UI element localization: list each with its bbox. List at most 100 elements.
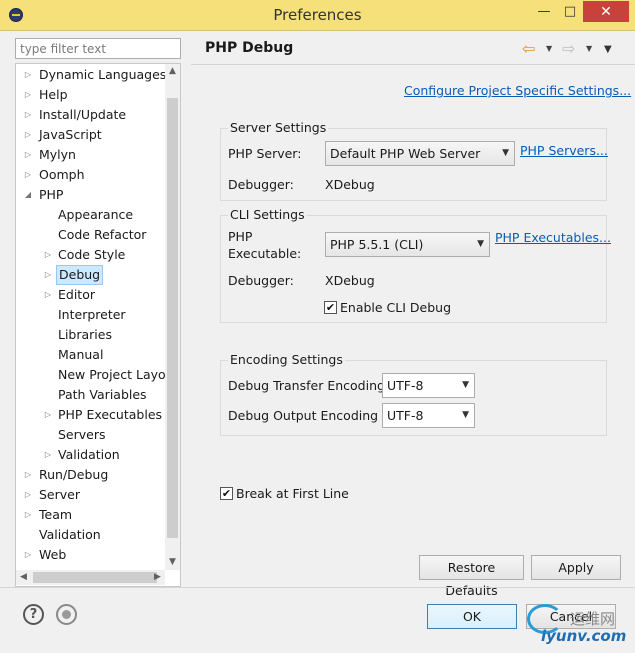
tree-item[interactable]: ▷ Team: [16, 505, 166, 525]
tree-item-label[interactable]: Path Variables: [56, 385, 149, 405]
collapse-arrow-icon[interactable]: ◢: [23, 185, 33, 205]
expand-arrow-icon[interactable]: ▷: [23, 145, 33, 165]
tree-item[interactable]: ▷ Web: [16, 545, 166, 565]
scroll-right-arrow-icon[interactable]: ▶: [150, 570, 165, 585]
tree-item-label[interactable]: Code Refactor: [56, 225, 148, 245]
expand-arrow-icon[interactable]: ▷: [23, 485, 33, 505]
php-executable-select[interactable]: PHP 5.5.1 (CLI) ▼: [325, 232, 490, 257]
tree-item[interactable]: ▷ Oomph: [16, 165, 166, 185]
tree-item-label[interactable]: Appearance: [56, 205, 135, 225]
restore-defaults-button[interactable]: Restore Defaults: [419, 555, 524, 598]
tree-item[interactable]: Path Variables: [16, 385, 166, 405]
scroll-up-arrow-icon[interactable]: ▲: [165, 64, 180, 79]
tree-item-label[interactable]: Dynamic Languages: [37, 65, 168, 85]
ok-button[interactable]: OK: [427, 604, 517, 629]
tree-item-label[interactable]: Code Style: [56, 245, 127, 265]
tree-horizontal-scrollbar[interactable]: ◀ ▶: [16, 570, 165, 585]
import-export-icon[interactable]: [56, 604, 77, 625]
tree-item[interactable]: ▷ Dynamic Languages: [16, 65, 166, 85]
back-history-dropdown-icon[interactable]: ▼: [546, 44, 552, 53]
tree-item[interactable]: ▷ PHP Executables: [16, 405, 166, 425]
tree-item-label[interactable]: Validation: [37, 525, 103, 545]
preferences-tree[interactable]: ▷ Dynamic Languages ▷ Help ▷ Install/Update ▷ J…: [15, 63, 181, 587]
help-icon[interactable]: ?: [23, 604, 44, 625]
php-executables-link[interactable]: PHP Executables...: [495, 230, 611, 245]
tree-item-label[interactable]: Help: [37, 85, 70, 105]
php-server-select[interactable]: Default PHP Web Server ▼: [325, 141, 515, 166]
forward-history-dropdown-icon[interactable]: ▼: [586, 44, 592, 53]
tree-item-label[interactable]: Libraries: [56, 325, 114, 345]
expand-arrow-icon[interactable]: ▷: [23, 545, 33, 565]
tree-item[interactable]: ▷ Server: [16, 485, 166, 505]
minimize-button[interactable]: —: [531, 1, 557, 22]
back-arrow-icon[interactable]: ⇦: [522, 39, 535, 58]
tree-item-label[interactable]: Validation: [56, 445, 122, 465]
forward-arrow-icon[interactable]: ⇨: [562, 39, 575, 58]
scroll-thumb[interactable]: [167, 98, 178, 538]
scroll-left-arrow-icon[interactable]: ◀: [16, 570, 31, 585]
tree-item-label[interactable]: Manual: [56, 345, 105, 365]
tree-item[interactable]: ▷ Help: [16, 85, 166, 105]
tree-item[interactable]: ▷ Editor: [16, 285, 166, 305]
expand-arrow-icon[interactable]: ▷: [23, 465, 33, 485]
tree-item[interactable]: Interpreter: [16, 305, 166, 325]
enable-cli-debug-label[interactable]: Enable CLI Debug: [340, 300, 451, 315]
expand-arrow-icon[interactable]: ▷: [43, 265, 53, 285]
tree-item[interactable]: ▷ Code Style: [16, 245, 166, 265]
break-first-line-label[interactable]: Break at First Line: [236, 486, 349, 501]
close-button[interactable]: ✕: [583, 1, 629, 22]
expand-arrow-icon[interactable]: ▷: [43, 445, 53, 465]
tree-item-label[interactable]: Web: [37, 545, 68, 565]
debug-transfer-encoding-select[interactable]: UTF-8 ▼: [382, 373, 475, 398]
debug-output-encoding-select[interactable]: UTF-8 ▼: [382, 403, 475, 428]
tree-item[interactable]: New Project Layou: [16, 365, 174, 385]
expand-arrow-icon[interactable]: ▷: [23, 505, 33, 525]
php-servers-link[interactable]: PHP Servers...: [520, 143, 608, 158]
scroll-down-arrow-icon[interactable]: ▼: [165, 555, 180, 570]
expand-arrow-icon[interactable]: ▷: [23, 105, 33, 125]
break-first-line-checkbox[interactable]: ✔: [220, 487, 233, 500]
tree-item[interactable]: Libraries: [16, 325, 166, 345]
tree-item[interactable]: ▷ JavaScript: [16, 125, 166, 145]
tree-item-label[interactable]: Servers: [56, 425, 108, 445]
filter-input[interactable]: [15, 38, 181, 59]
tree-item[interactable]: Servers: [16, 425, 166, 445]
tree-item[interactable]: ▷ Install/Update: [16, 105, 166, 125]
scroll-thumb[interactable]: [33, 572, 157, 583]
expand-arrow-icon[interactable]: ▷: [43, 245, 53, 265]
tree-item[interactable]: Appearance: [16, 205, 166, 225]
tree-item-label[interactable]: Interpreter: [56, 305, 128, 325]
tree-item-label[interactable]: Server: [37, 485, 82, 505]
tree-item[interactable]: ▷ Run/Debug: [16, 465, 166, 485]
enable-cli-debug-checkbox[interactable]: ✔: [324, 301, 337, 314]
maximize-button[interactable]: □: [557, 1, 583, 22]
expand-arrow-icon[interactable]: ▷: [23, 125, 33, 145]
tree-item[interactable]: ▷ Mylyn: [16, 145, 166, 165]
tree-item[interactable]: Validation: [16, 525, 166, 545]
tree-item-label[interactable]: PHP: [37, 185, 65, 205]
expand-arrow-icon[interactable]: ▷: [43, 405, 53, 425]
tree-item[interactable]: ◢ PHP: [16, 185, 166, 205]
tree-item-label[interactable]: Run/Debug: [37, 465, 110, 485]
apply-button[interactable]: Apply: [531, 555, 621, 580]
tree-item-label[interactable]: Mylyn: [37, 145, 78, 165]
tree-item[interactable]: ▷ Validation: [16, 445, 166, 465]
tree-item[interactable]: Manual: [16, 345, 166, 365]
tree-item-label[interactable]: Team: [37, 505, 74, 525]
tree-item-label[interactable]: Debug: [56, 265, 104, 285]
tree-item[interactable]: Code Refactor: [16, 225, 166, 245]
expand-arrow-icon[interactable]: ▷: [43, 285, 53, 305]
tree-item-label[interactable]: JavaScript: [37, 125, 104, 145]
tree-item-label[interactable]: New Project Layou: [56, 365, 176, 385]
expand-arrow-icon[interactable]: ▷: [23, 165, 33, 185]
tree-item-label[interactable]: Editor: [56, 285, 97, 305]
tree-vertical-scrollbar[interactable]: ▲ ▼: [165, 64, 180, 570]
expand-arrow-icon[interactable]: ▷: [23, 65, 33, 85]
tree-item[interactable]: ▷ Debug: [16, 265, 166, 285]
view-menu-icon[interactable]: ▼: [604, 44, 612, 55]
configure-project-settings-link[interactable]: Configure Project Specific Settings...: [404, 83, 631, 98]
tree-item-label[interactable]: Oomph: [37, 165, 87, 185]
tree-item-label[interactable]: PHP Executables: [56, 405, 164, 425]
expand-arrow-icon[interactable]: ▷: [23, 85, 33, 105]
tree-item-label[interactable]: Install/Update: [37, 105, 128, 125]
